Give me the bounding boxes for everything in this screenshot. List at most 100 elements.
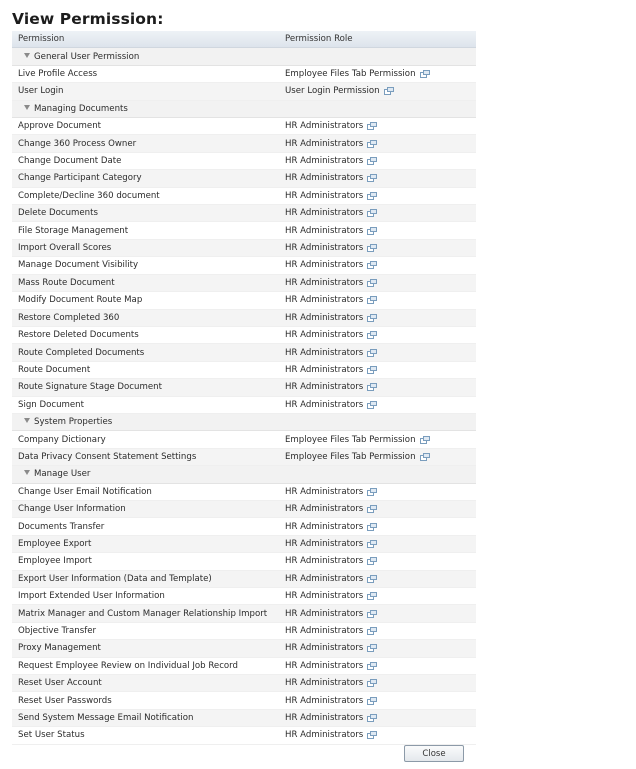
- permission-name: Restore Deleted Documents: [18, 330, 139, 341]
- open-in-popup-icon[interactable]: [367, 226, 378, 235]
- permission-role: HR Administrators: [285, 347, 364, 358]
- open-in-popup-icon[interactable]: [367, 313, 378, 322]
- table-row: Change Document Date HR Administrators: [12, 152, 476, 171]
- open-in-popup-icon[interactable]: [367, 174, 378, 183]
- open-in-popup-icon[interactable]: [367, 557, 378, 566]
- open-in-popup-icon[interactable]: [367, 644, 378, 653]
- permission-role-cell: Employee Files Tab Permission: [285, 435, 476, 445]
- open-in-popup-icon[interactable]: [383, 87, 394, 96]
- group-row[interactable]: Manage User: [12, 466, 476, 484]
- permission-role: HR Administrators: [285, 486, 364, 497]
- permission-name: Import Overall Scores: [18, 243, 112, 254]
- permission-name: Mass Route Document: [18, 277, 115, 288]
- permission-role: Employee Files Tab Permission: [285, 451, 416, 462]
- open-in-popup-icon[interactable]: [367, 296, 378, 305]
- triangle-down-icon[interactable]: [24, 470, 30, 476]
- group-row[interactable]: General User Permission: [12, 48, 476, 66]
- open-in-popup-icon[interactable]: [367, 679, 378, 688]
- close-button[interactable]: Close: [404, 745, 464, 762]
- open-in-popup-icon[interactable]: [367, 505, 378, 514]
- open-in-popup-icon[interactable]: [419, 452, 430, 461]
- open-in-popup-icon[interactable]: [419, 70, 430, 79]
- group-row[interactable]: System Properties: [12, 413, 476, 432]
- table-row: Sign Document HR Administrators: [12, 396, 476, 414]
- open-in-popup-icon[interactable]: [419, 435, 430, 444]
- permission-role: HR Administrators: [285, 312, 364, 323]
- open-in-popup-icon[interactable]: [367, 383, 378, 392]
- permission-role: HR Administrators: [285, 538, 364, 549]
- open-in-popup-icon[interactable]: [367, 122, 378, 131]
- permission-name: Live Profile Access: [18, 69, 98, 80]
- permission-role-cell: HR Administrators: [285, 191, 476, 201]
- open-in-popup-icon[interactable]: [367, 278, 378, 287]
- table-row: Reset User Account HR Administrators: [12, 675, 476, 693]
- table-row: Complete/Decline 360 document HR Administ…: [12, 187, 476, 206]
- group-row[interactable]: Managing Documents: [12, 100, 476, 119]
- table-row: Change User Information HR Administrators: [12, 500, 476, 519]
- open-in-popup-icon[interactable]: [367, 400, 378, 409]
- table-row: Export User Information (Data and Templa…: [12, 570, 476, 588]
- triangle-down-icon[interactable]: [24, 104, 30, 110]
- permission-role: HR Administrators: [285, 121, 364, 132]
- permission-name: Employee Export: [18, 538, 92, 549]
- table-row: Import Extended User Information HR Admin…: [12, 588, 476, 606]
- open-in-popup-icon[interactable]: [367, 592, 378, 601]
- open-in-popup-icon[interactable]: [367, 487, 378, 496]
- permission-name: User Login: [18, 86, 64, 97]
- permission-name: Change User Email Notification: [18, 486, 152, 497]
- permission-role-cell: Employee Files Tab Permission: [285, 69, 476, 79]
- triangle-down-icon[interactable]: [24, 418, 30, 424]
- table-row: Mass Route Document HR Administrators: [12, 274, 476, 293]
- permission-name: Send System Message Email Notification: [18, 713, 194, 724]
- permission-name: Change User Information: [18, 504, 126, 515]
- open-in-popup-icon[interactable]: [367, 209, 378, 218]
- permission-role-cell: HR Administrators: [285, 696, 476, 706]
- permission-name: Sign Document: [18, 399, 84, 410]
- open-in-popup-icon[interactable]: [367, 574, 378, 583]
- permission-name: Route Document: [18, 364, 91, 375]
- permission-role: HR Administrators: [285, 730, 364, 741]
- open-in-popup-icon[interactable]: [367, 731, 378, 740]
- permission-name: Route Signature Stage Document: [18, 382, 162, 393]
- open-in-popup-icon[interactable]: [367, 157, 378, 166]
- permission-role-cell: HR Administrators: [285, 574, 476, 584]
- permission-role: HR Administrators: [285, 156, 364, 167]
- permission-role-cell: Employee Files Tab Permission: [285, 452, 476, 462]
- permission-name: Change 360 Process Owner: [18, 138, 137, 149]
- permission-role: HR Administrators: [285, 591, 364, 602]
- open-in-popup-icon[interactable]: [367, 365, 378, 374]
- open-in-popup-icon[interactable]: [367, 331, 378, 340]
- open-in-popup-icon[interactable]: [367, 539, 378, 548]
- table-row: Matrix Manager and Custom Manager Relati…: [12, 605, 476, 623]
- open-in-popup-icon[interactable]: [367, 627, 378, 636]
- open-in-popup-icon[interactable]: [367, 609, 378, 618]
- open-in-popup-icon[interactable]: [367, 522, 378, 531]
- triangle-down-icon[interactable]: [24, 52, 30, 58]
- open-in-popup-icon[interactable]: [367, 139, 378, 148]
- open-in-popup-icon[interactable]: [367, 661, 378, 670]
- table-row: Import Overall Scores HR Administrators: [12, 239, 476, 258]
- permission-role-cell: HR Administrators: [285, 365, 476, 375]
- group-label-cell: General User Permission: [12, 52, 285, 62]
- permission-role: HR Administrators: [285, 243, 364, 254]
- permission-role: HR Administrators: [285, 382, 364, 393]
- permission-role: HR Administrators: [285, 295, 364, 306]
- open-in-popup-icon[interactable]: [367, 696, 378, 705]
- permission-role-cell: HR Administrators: [285, 382, 476, 392]
- group-label: System Properties: [34, 417, 113, 428]
- open-in-popup-icon[interactable]: [367, 191, 378, 200]
- open-in-popup-icon[interactable]: [367, 244, 378, 253]
- open-in-popup-icon[interactable]: [367, 261, 378, 270]
- table-row: Send System Message Email Notification HR…: [12, 709, 476, 728]
- permission-role-cell: HR Administrators: [285, 539, 476, 549]
- group-label: General User Permission: [34, 51, 140, 62]
- open-in-popup-icon[interactable]: [367, 348, 378, 357]
- permission-role-cell: HR Administrators: [285, 504, 476, 514]
- open-in-popup-icon[interactable]: [367, 714, 378, 723]
- permission-name: Route Completed Documents: [18, 347, 145, 358]
- permission-role-cell: HR Administrators: [285, 226, 476, 236]
- permission-role-cell: HR Administrators: [285, 139, 476, 149]
- group-label-cell: Managing Documents: [12, 104, 285, 114]
- page-title: View Permission:: [12, 10, 164, 28]
- table-row: Request Employee Review on Individual Jo…: [12, 657, 476, 676]
